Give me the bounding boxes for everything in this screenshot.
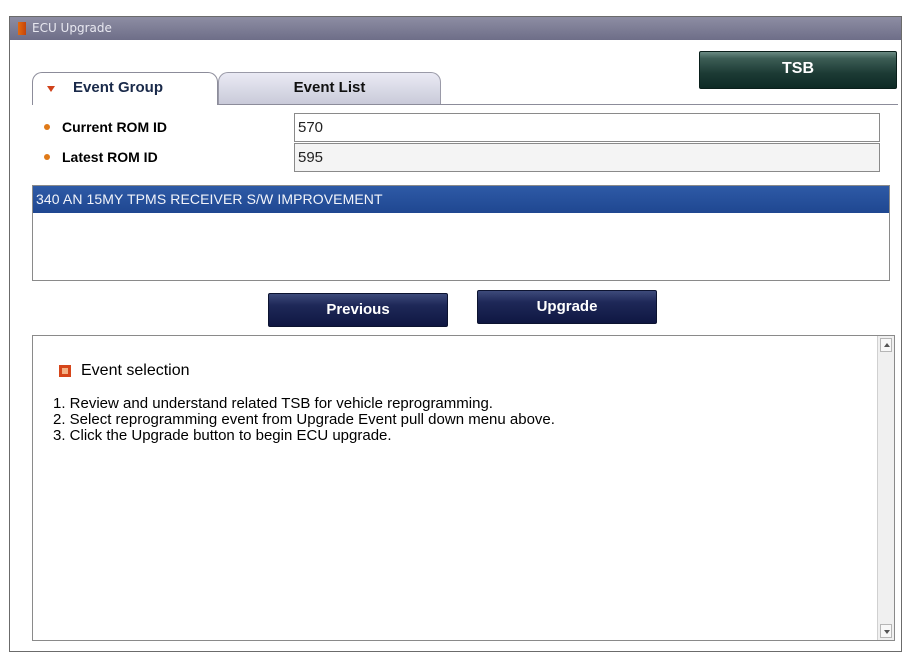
instruction-steps: 1. Review and understand related TSB for… xyxy=(53,396,555,444)
event-list[interactable]: 340 AN 15MY TPMS RECEIVER S/W IMPROVEMEN… xyxy=(32,185,890,281)
latest-rom-field[interactable] xyxy=(294,143,880,172)
square-bullet-icon xyxy=(59,365,71,377)
scroll-up-icon[interactable] xyxy=(880,338,892,352)
current-rom-label: Current ROM ID xyxy=(40,119,167,135)
bullet-icon xyxy=(44,154,50,160)
latest-rom-label: Latest ROM ID xyxy=(40,149,158,165)
message-panel: Event selection 1. Review and understand… xyxy=(32,335,895,641)
instruction-step: 1. Review and understand related TSB for… xyxy=(53,395,493,412)
app-icon xyxy=(18,22,26,35)
tab-event-group-label: Event Group xyxy=(73,79,164,96)
tab-event-list-label: Event List xyxy=(293,79,366,96)
ecu-upgrade-window: ECU Upgrade TSB Event List Event Group C… xyxy=(9,16,902,652)
current-rom-row: Current ROM ID xyxy=(32,111,898,142)
chevron-down-icon xyxy=(47,86,55,92)
rom-info-panel: Current ROM ID Latest ROM ID xyxy=(32,105,898,177)
current-rom-field[interactable] xyxy=(294,113,880,142)
message-heading: Event selection xyxy=(59,362,190,380)
vertical-scrollbar[interactable] xyxy=(877,336,894,640)
current-rom-label-text: Current ROM ID xyxy=(62,119,167,135)
scroll-down-icon[interactable] xyxy=(880,624,892,638)
tsb-button[interactable]: TSB xyxy=(699,51,897,89)
list-item[interactable]: 340 AN 15MY TPMS RECEIVER S/W IMPROVEMEN… xyxy=(33,186,889,213)
bullet-icon xyxy=(44,124,50,130)
instruction-step: 3. Click the Upgrade button to begin ECU… xyxy=(53,427,392,444)
tab-event-list[interactable]: Event List xyxy=(218,72,441,104)
instruction-step: 2. Select reprogramming event from Upgra… xyxy=(53,411,555,428)
message-heading-text: Event selection xyxy=(81,362,190,379)
title-bar[interactable]: ECU Upgrade xyxy=(10,17,901,40)
latest-rom-label-text: Latest ROM ID xyxy=(62,149,158,165)
previous-button[interactable]: Previous xyxy=(268,293,448,327)
upgrade-button[interactable]: Upgrade xyxy=(477,290,657,324)
latest-rom-row: Latest ROM ID xyxy=(32,141,898,172)
window-title: ECU Upgrade xyxy=(32,21,112,35)
tab-event-group[interactable]: Event Group xyxy=(32,72,218,105)
